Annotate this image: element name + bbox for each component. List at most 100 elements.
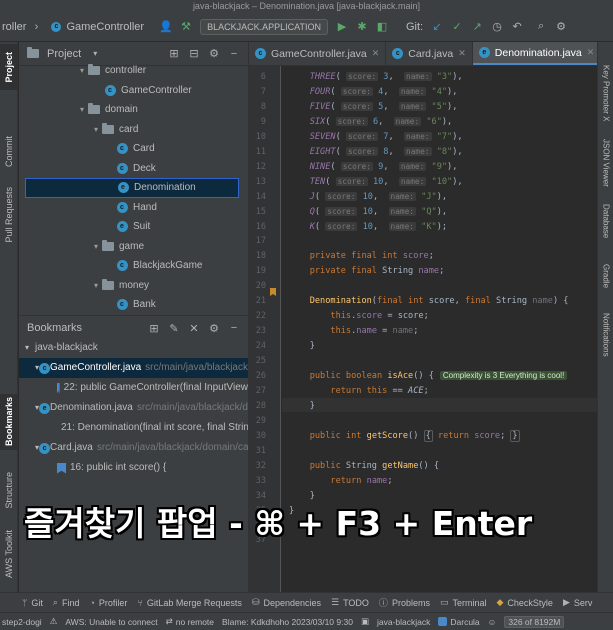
status-branch-left[interactable]: step2-dogi xyxy=(2,617,42,627)
git-push-icon[interactable]: ↗ xyxy=(469,19,485,35)
status-remote[interactable]: no remote xyxy=(176,617,214,627)
tab-commit[interactable]: Commit xyxy=(0,128,18,174)
tab-structure[interactable]: Structure xyxy=(0,464,18,516)
code-line[interactable]: TEN( score: 10, name: "10"), xyxy=(289,176,463,187)
tab-gradle[interactable]: Gradle xyxy=(598,256,613,296)
tool-profiler[interactable]: ◔ Profiler xyxy=(89,598,127,608)
project-name[interactable]: roller xyxy=(2,21,26,33)
tab-aws-toolkit[interactable]: AWS Toolkit xyxy=(0,526,18,582)
tree-item-game[interactable]: ▾ game xyxy=(91,237,144,257)
tree-item-controller[interactable]: ▾ controller xyxy=(77,61,146,81)
git-update-icon[interactable]: ↙ xyxy=(429,19,445,35)
tree-item-blackjackgame[interactable]: c BlackjackGame xyxy=(115,256,202,276)
bookmark-line[interactable]: 16: public int score() { xyxy=(19,458,248,478)
code-line[interactable]: SEVEN( score: 7, name: "7"), xyxy=(289,131,463,142)
grid-icon[interactable]: ⊞ xyxy=(146,320,162,336)
tool-git[interactable]: ᛘ Git xyxy=(22,598,43,608)
code-line[interactable]: NINE( score: 9, name: "9"), xyxy=(289,161,457,172)
tool-find[interactable]: ⌕ Find xyxy=(53,597,80,608)
code-line[interactable]: K( score: 10, name: "K"); xyxy=(289,221,447,232)
code-line[interactable]: J( score: 10, name: "J"), xyxy=(289,191,447,202)
code-line[interactable]: this.score = score; xyxy=(289,311,428,321)
tree-item-card-folder[interactable]: ▾ card xyxy=(91,120,138,140)
bookmark-group[interactable]: ▾ java-blackjack xyxy=(19,338,248,358)
tree-item-deck[interactable]: c Deck xyxy=(115,159,156,179)
edit-icon[interactable]: ✎ xyxy=(166,320,182,336)
search-icon[interactable]: ⌕ xyxy=(533,19,549,35)
status-face-icon[interactable]: ☺ xyxy=(488,617,497,627)
code-line[interactable]: FIVE( score: 5, name: "5"), xyxy=(289,101,457,112)
close-icon[interactable]: ✕ xyxy=(372,48,380,59)
tree-item-hand[interactable]: c Hand xyxy=(115,198,157,218)
code-line[interactable]: Q( score: 10, name: "Q"), xyxy=(289,206,447,217)
tab-notifications[interactable]: Notifications xyxy=(598,304,613,366)
memory-indicator[interactable]: 326 of 8192M xyxy=(504,615,565,628)
tree-item-denomination[interactable]: e Denomination xyxy=(25,178,239,198)
tab-key-promoter[interactable]: Key Promoter X xyxy=(598,56,613,130)
code-line[interactable]: public String getName() { xyxy=(289,461,439,471)
status-lock-icon[interactable]: ▣ xyxy=(361,616,369,627)
tab-gamecontroller-java[interactable]: c GameController.java ✕ xyxy=(249,42,387,65)
settings-icon[interactable]: ⚙ xyxy=(553,19,569,35)
rollback-icon[interactable]: ↶ xyxy=(509,19,525,35)
close-icon[interactable]: ✕ xyxy=(458,48,466,59)
code-line[interactable]: FOUR( score: 4, name: "4"), xyxy=(289,86,457,97)
bookmark-icon[interactable] xyxy=(270,288,276,296)
delete-icon[interactable]: ✕ xyxy=(186,320,202,336)
tree-item-bank[interactable]: c Bank xyxy=(115,295,156,315)
close-icon[interactable]: ✕ xyxy=(587,47,595,58)
tab-denomination-java[interactable]: e Denomination.java ✕ xyxy=(472,42,602,65)
bookmark-file[interactable]: ▾ e Denomination.java src/main/java/blac… xyxy=(19,398,248,418)
minimize-icon[interactable]: − xyxy=(226,320,242,336)
tree-item-card[interactable]: c Card xyxy=(115,139,155,159)
collapse-all-icon[interactable]: ⊟ xyxy=(186,46,202,62)
tool-terminal[interactable]: ▭ Terminal xyxy=(440,597,487,608)
code-line[interactable]: return name; xyxy=(289,476,392,486)
status-git-branch[interactable]: java-blackjack xyxy=(377,617,430,627)
code-line[interactable]: SIX( score: 6, name: "6"), xyxy=(289,116,452,127)
code-line[interactable]: public int getScore() { return score; } xyxy=(289,429,520,442)
tool-services[interactable]: ▶ Serv xyxy=(563,597,592,608)
tab-database[interactable]: Database xyxy=(598,198,613,244)
code-line[interactable]: private final int score; xyxy=(289,251,434,261)
tab-card-java[interactable]: c Card.java ✕ xyxy=(386,42,473,65)
history-icon[interactable]: ◷ xyxy=(489,19,505,35)
code-line[interactable]: private final String name; xyxy=(289,266,445,276)
settings-icon[interactable]: ⚙ xyxy=(206,320,222,336)
status-warning-icon[interactable]: ⚠ xyxy=(50,616,58,627)
user-icon[interactable]: 👤 xyxy=(158,19,174,35)
bookmark-line[interactable]: 22: public GameController(final InputVie… xyxy=(19,378,248,398)
status-theme[interactable]: Darcula xyxy=(438,617,480,627)
coverage-icon[interactable]: ◧ xyxy=(374,19,390,35)
tab-bookmarks[interactable]: Bookmarks xyxy=(0,394,18,450)
code-line[interactable]: return this == ACE; xyxy=(289,386,428,396)
status-blame[interactable]: Blame: Kdkdhoho 2023/03/10 9:30 xyxy=(222,617,353,627)
code-line[interactable]: public boolean isAce() {Complexity is 3 … xyxy=(289,371,568,381)
code-line[interactable]: this.name = name; xyxy=(289,326,418,336)
tree-item-suit[interactable]: e Suit xyxy=(115,217,150,237)
bookmark-file[interactable]: ▾ c GameController.java src/main/java/bl… xyxy=(19,358,248,378)
code-line[interactable]: } xyxy=(289,341,315,351)
run-config-select[interactable]: BLACKJACK.APPLICATION xyxy=(200,18,328,35)
chevron-down-icon[interactable]: ▾ xyxy=(87,46,103,62)
tool-checkstyle[interactable]: ◆ CheckStyle xyxy=(496,597,552,608)
run-icon[interactable]: ▶ xyxy=(334,19,350,35)
code-line[interactable]: } xyxy=(289,401,315,411)
tree-item-gamecontroller[interactable]: c GameController xyxy=(103,81,192,101)
tree-item-money[interactable]: ▾ money xyxy=(91,276,149,296)
tool-dependencies[interactable]: ⛁ Dependencies xyxy=(252,597,321,608)
code-line[interactable]: Denomination(final int score, final Stri… xyxy=(289,296,569,306)
tool-gitlab[interactable]: ⑂ GitLab Merge Requests xyxy=(137,598,241,608)
git-commit-icon[interactable]: ✓ xyxy=(449,19,465,35)
tab-project[interactable]: Project xyxy=(0,44,18,90)
expand-all-icon[interactable]: ⊞ xyxy=(166,46,182,62)
code-line[interactable]: EIGHT( score: 8, name: "8"), xyxy=(289,146,463,157)
breadcrumb-file[interactable]: GameController xyxy=(66,21,144,33)
status-aws[interactable]: AWS: Unable to connect xyxy=(65,617,157,627)
code-line[interactable]: THREE( score: 3, name: "3"), xyxy=(289,72,463,82)
tree-item-domain[interactable]: ▾ domain xyxy=(77,100,138,120)
tab-pull-requests[interactable]: Pull Requests xyxy=(0,180,18,250)
tab-json-viewer[interactable]: JSON Viewer xyxy=(598,134,613,192)
tool-problems[interactable]: ⓘ Problems xyxy=(379,596,430,609)
hammer-icon[interactable]: ⚒ xyxy=(178,19,194,35)
